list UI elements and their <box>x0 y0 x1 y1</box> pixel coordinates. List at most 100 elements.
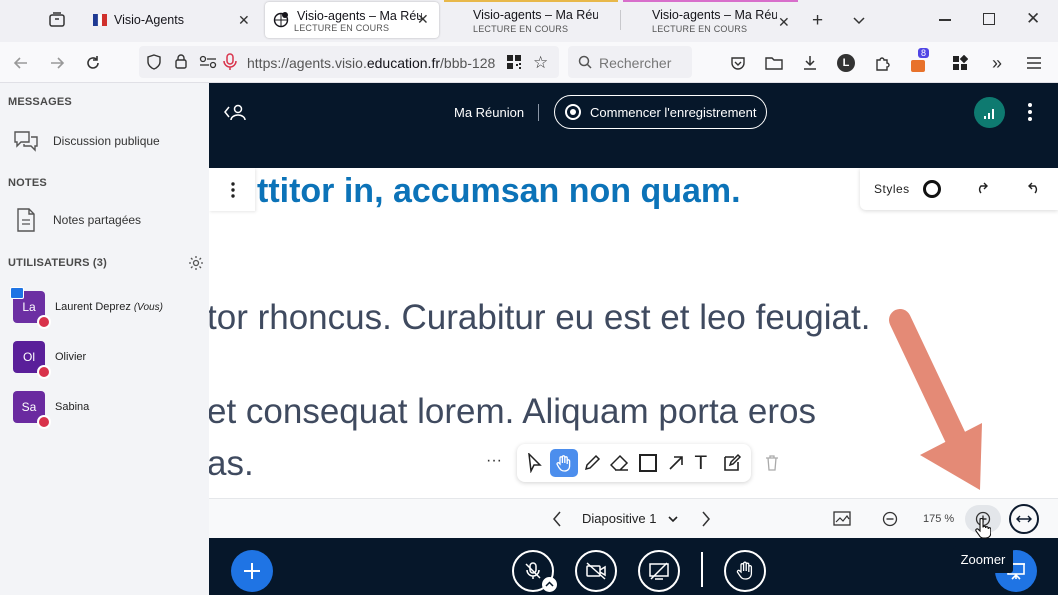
hand-cursor-icon <box>975 517 991 539</box>
french-flag-icon <box>92 12 108 28</box>
start-recording-button[interactable]: Commencer l'enregistrement <box>554 95 767 129</box>
styles-button[interactable]: Styles <box>874 182 910 196</box>
apps-grid-icon[interactable] <box>947 50 973 76</box>
browser-tab-4[interactable]: Visio-agents – Ma Réunion LECTURE EN COU… <box>623 0 798 40</box>
delete-trash-icon[interactable] <box>765 455 779 471</box>
slide-text-line: et consequat lorem. Aliquam porta eros <box>209 392 816 431</box>
slide-text-line: tor rhoncus. Curabitur eu est et leo feu… <box>209 298 871 337</box>
tab-subtitle: LECTURE EN COURS <box>473 24 569 34</box>
toggle-user-list-icon[interactable] <box>223 102 247 122</box>
text-tool-icon[interactable]: T <box>695 452 707 474</box>
shield-icon[interactable] <box>146 54 162 70</box>
reload-icon[interactable] <box>80 50 106 76</box>
more-tools-icon[interactable]: ··· <box>479 446 509 476</box>
folder-icon[interactable] <box>761 50 787 76</box>
unmute-microphone-button[interactable] <box>512 550 557 592</box>
search-box[interactable]: Rechercher <box>568 46 692 78</box>
shared-notes-item[interactable]: Notes partagées <box>12 206 141 234</box>
share-screen-button[interactable] <box>638 550 680 592</box>
whiteboard-menu-button[interactable] <box>209 168 255 211</box>
overflow-chevrons-icon[interactable]: » <box>984 50 1010 76</box>
raise-hand-icon <box>736 561 753 580</box>
browser-tab-3[interactable]: Visio-agents – Ma Réunion LECTURE EN COU… <box>444 0 618 40</box>
tab-title: Visio-agents – Ma Réunion <box>297 9 422 23</box>
messages-heading: MESSAGES <box>8 96 72 108</box>
annotation-arrow <box>880 305 990 505</box>
share-webcam-button[interactable] <box>575 550 617 592</box>
next-slide-icon[interactable] <box>700 510 712 528</box>
user-row-olivier[interactable]: Ol Olivier <box>13 341 86 379</box>
previous-slide-icon[interactable] <box>551 510 563 528</box>
maximize-icon[interactable] <box>983 13 995 25</box>
permissions-icon[interactable] <box>199 55 217 69</box>
url-bar[interactable]: https://agents.visio.education.fr/bbb-12… <box>139 46 559 78</box>
current-slide-select[interactable]: Diapositive 1 <box>582 511 656 526</box>
tab-list-chevron-icon[interactable] <box>851 12 867 28</box>
browser-tab-2-active[interactable]: Visio-agents – Ma Réunion LECTURE EN COU… <box>265 2 439 38</box>
search-icon <box>578 55 592 69</box>
audio-settings-chevron-icon[interactable] <box>542 577 557 592</box>
fit-width-button[interactable] <box>1009 504 1039 534</box>
extensions-puzzle-icon[interactable] <box>869 50 895 76</box>
meeting-title: Ma Réunion <box>454 105 525 120</box>
browser-nav-bar: https://agents.visio.education.fr/bbb-12… <box>0 42 1058 83</box>
notes-heading: NOTES <box>8 177 47 189</box>
plus-icon <box>244 563 260 579</box>
users-settings-gear-icon[interactable] <box>188 255 204 271</box>
tab-overview-icon[interactable] <box>48 11 66 29</box>
muted-microphone-icon <box>525 562 541 579</box>
slide-text-line: as. <box>209 444 254 483</box>
note-tool-icon[interactable] <box>722 453 742 473</box>
screen-share-off-icon <box>649 562 669 580</box>
user-row-sabina[interactable]: Sa Sabina <box>13 391 89 429</box>
record-icon <box>565 104 581 120</box>
redo-icon[interactable] <box>976 181 990 195</box>
options-kebab-icon[interactable] <box>1027 102 1033 122</box>
select-tool-icon[interactable] <box>527 453 543 473</box>
pocket-icon[interactable] <box>725 50 751 76</box>
close-tab-icon[interactable]: ✕ <box>417 11 429 28</box>
new-tab-icon[interactable]: + <box>812 10 823 32</box>
arrow-tool-icon[interactable] <box>667 454 685 472</box>
speaker-globe-icon <box>273 12 289 28</box>
zoom-out-icon[interactable] <box>882 511 898 527</box>
extension-badge-icon[interactable]: 8 <box>905 48 931 76</box>
muted-mic-icon <box>37 365 51 379</box>
hamburger-menu-icon[interactable] <box>1021 50 1047 76</box>
minimize-icon[interactable] <box>939 19 951 21</box>
browser-tab-strip: Visio-Agents ✕ Visio-agents – Ma Réunion… <box>0 0 1058 42</box>
microphone-active-icon[interactable] <box>223 53 237 71</box>
actions-plus-button[interactable] <box>231 550 273 592</box>
close-window-icon[interactable]: ✕ <box>1026 9 1040 29</box>
eraser-tool-icon[interactable] <box>610 454 630 472</box>
qr-code-icon[interactable] <box>506 54 522 70</box>
close-tab-icon[interactable]: ✕ <box>238 12 250 29</box>
presentation-thumbnail-icon[interactable] <box>833 511 851 527</box>
back-icon[interactable] <box>8 50 34 76</box>
user-you-suffix: (Vous) <box>133 301 163 313</box>
rectangle-tool-icon[interactable] <box>639 454 657 472</box>
media-action-bar <box>209 538 1058 595</box>
notes-document-icon <box>12 206 40 234</box>
connection-status-icon[interactable] <box>974 97 1005 128</box>
public-chat-item[interactable]: Discussion publique <box>12 128 160 154</box>
raise-hand-button[interactable] <box>724 550 766 592</box>
color-swatch-icon[interactable] <box>923 180 941 198</box>
pan-hand-tool-icon[interactable] <box>550 449 578 477</box>
record-label: Commencer l'enregistrement <box>590 104 757 120</box>
pencil-tool-icon[interactable] <box>583 454 601 472</box>
forward-icon[interactable] <box>44 50 70 76</box>
browser-tab-1[interactable]: Visio-Agents ✕ <box>84 0 259 40</box>
close-tab-icon[interactable]: ✕ <box>778 14 790 31</box>
user-row-laurent[interactable]: La Laurent Deprez (Vous) <box>10 287 163 329</box>
bookmark-star-icon[interactable]: ☆ <box>533 53 548 73</box>
account-icon[interactable]: L <box>833 50 859 76</box>
download-icon[interactable] <box>797 50 823 76</box>
slide-select-chevron-icon[interactable] <box>667 514 679 524</box>
lock-icon[interactable] <box>174 53 188 69</box>
zoom-in-tooltip: Zoomer <box>953 546 1013 573</box>
undo-icon[interactable] <box>1026 181 1040 195</box>
url-text[interactable]: https://agents.visio.education.fr/bbb-12… <box>247 55 507 71</box>
shared-notes-label: Notes partagées <box>53 213 142 227</box>
camera-off-icon <box>586 562 606 580</box>
